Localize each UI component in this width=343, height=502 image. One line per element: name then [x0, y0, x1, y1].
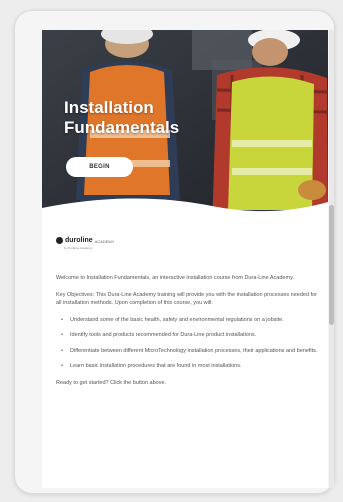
objectives-paragraph: Key Objectives: This Dura-Line Academy t…: [56, 291, 317, 307]
scroll-thumb[interactable]: [329, 205, 334, 325]
begin-button[interactable]: BEGIN: [66, 157, 133, 177]
list-item: Identify tools and products recommended …: [56, 331, 320, 340]
intro-paragraph: Welcome to Installation Fundamentals, an…: [56, 275, 294, 281]
brand-logo: duroline ACADEMY: [56, 237, 114, 244]
course-title: Installation Fundamentals: [64, 98, 180, 137]
objectives-list: Understand some of the basic health, saf…: [56, 316, 320, 371]
logo-tagline: by Duraline Academy: [64, 246, 93, 250]
course-description: Welcome to Installation Fundamentals, an…: [56, 274, 320, 395]
course-card: Installation Fundamentals BEGIN duroline…: [42, 30, 328, 488]
hero-banner: Installation Fundamentals BEGIN: [42, 30, 328, 228]
scrollbar[interactable]: [329, 30, 334, 488]
logo-mark-icon: [56, 237, 63, 244]
list-item: Understand some of the basic health, saf…: [56, 316, 320, 325]
closing-paragraph: Ready to get started? Click the button a…: [56, 379, 167, 386]
list-item: Differentiate between different MicroTec…: [56, 347, 320, 356]
list-item: Learn basic installation procedures that…: [56, 362, 320, 371]
